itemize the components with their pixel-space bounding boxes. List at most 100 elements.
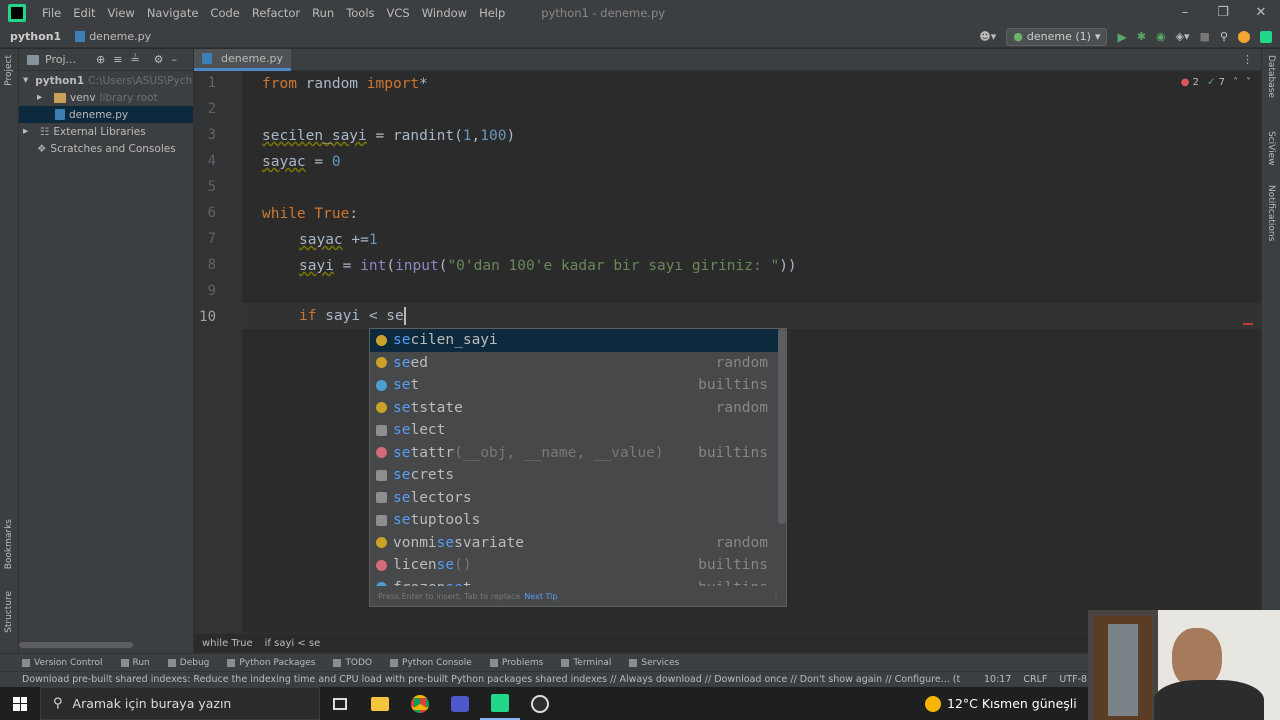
completion-item[interactable]: setstate random (370, 397, 778, 420)
text-token: += (342, 232, 369, 248)
tool-python-packages[interactable]: Python Packages (227, 658, 315, 668)
breadcrumb-file[interactable]: deneme.py (61, 30, 151, 43)
tool-todo[interactable]: TODO (333, 658, 372, 668)
menu-window[interactable]: Window (416, 6, 473, 20)
run-icon[interactable]: ▶ (1117, 30, 1126, 44)
breadcrumb-if[interactable]: if sayi < se (265, 638, 321, 649)
project-panel-title[interactable]: Proj... (45, 53, 76, 66)
tree-item-venv[interactable]: ▸ venv library root (19, 89, 193, 106)
completion-item[interactable]: secilen_sayi (370, 329, 778, 352)
expand-all-icon[interactable]: ≡ (113, 53, 122, 66)
tree-item-python1[interactable]: ▾ python1 C:\Users\ASUS\Pychar (19, 72, 193, 89)
menu-file[interactable]: File (36, 6, 67, 20)
line-separator[interactable]: CRLF (1023, 674, 1047, 685)
tab-deneme[interactable]: deneme.py (194, 49, 291, 71)
stop-icon[interactable]: ■ (1200, 30, 1210, 43)
breadcrumb-while[interactable]: while True (202, 638, 253, 649)
minimize-icon[interactable]: – (1166, 0, 1204, 25)
teams-icon[interactable] (440, 687, 480, 720)
collapse-all-icon[interactable]: ≟ (130, 53, 139, 66)
menu-refactor[interactable]: Refactor (246, 6, 306, 20)
error-stripe-mark[interactable] (1243, 323, 1253, 325)
chevron-up-icon[interactable]: ˄ (1233, 77, 1238, 88)
chevron-down-icon[interactable]: ˅ (1246, 77, 1251, 88)
completion-rest: svariate (454, 534, 524, 551)
tool-version-control[interactable]: Version Control (22, 658, 103, 668)
menu-code[interactable]: Code (204, 6, 245, 20)
updates-icon[interactable] (1238, 30, 1250, 43)
obs-icon[interactable] (520, 687, 560, 720)
tool-debug[interactable]: Debug (167, 658, 209, 668)
run-config-select[interactable]: ● deneme (1) ▾ (1006, 27, 1108, 46)
completion-item[interactable]: license() builtins (370, 554, 778, 577)
close-icon[interactable]: ✕ (1242, 0, 1280, 25)
project-tool-tab[interactable]: Project (4, 55, 14, 86)
windows-start-icon[interactable] (0, 687, 40, 720)
notifications-tool-tab[interactable]: Notifications (1266, 185, 1276, 241)
tool-services[interactable]: Services (629, 658, 679, 668)
completion-item[interactable]: select (370, 419, 778, 442)
completion-scrollbar[interactable] (778, 329, 786, 524)
menu-view[interactable]: View (102, 6, 141, 20)
sciview-tool-tab[interactable]: SciView (1266, 131, 1276, 166)
file-encoding[interactable]: UTF-8 (1059, 674, 1087, 685)
completion-item[interactable]: secrets (370, 464, 778, 487)
console-icon (390, 658, 399, 667)
menu-edit[interactable]: Edit (67, 6, 101, 20)
debug-icon[interactable]: ✱ (1137, 30, 1146, 43)
pycharm-taskbar-icon[interactable] (480, 687, 520, 720)
file-explorer-icon[interactable] (360, 687, 400, 720)
locate-icon[interactable]: ⊕ (96, 53, 105, 66)
menu-navigate[interactable]: Navigate (141, 6, 205, 20)
structure-tool-tab[interactable]: Structure (4, 591, 14, 633)
taskbar-search[interactable]: ⚲ Aramak için buraya yazın (40, 687, 320, 720)
tree-item-deneme[interactable]: deneme.py (19, 106, 193, 123)
database-tool-tab[interactable]: Database (1266, 55, 1276, 98)
tool-problems[interactable]: Problems (489, 658, 543, 668)
gear-icon[interactable]: ⚙ (154, 53, 164, 66)
tool-python-console[interactable]: Python Console (390, 658, 472, 668)
number-token: 1 (368, 232, 378, 248)
breadcrumb-project[interactable]: python1 (0, 30, 61, 43)
profile-icon[interactable]: ◈▾ (1176, 30, 1190, 43)
tree-item-external-libraries[interactable]: ▸ ☷ External Libraries (19, 123, 193, 140)
status-message[interactable]: Download pre-built shared indexes: Reduc… (0, 674, 960, 685)
task-view-icon[interactable] (320, 687, 360, 720)
restore-icon[interactable]: ❐ (1204, 0, 1242, 25)
more-tabs-icon[interactable]: ⋮ (1242, 53, 1253, 66)
bookmarks-tool-tab[interactable]: Bookmarks (4, 519, 14, 569)
search-icon[interactable]: ⚲ (1220, 30, 1228, 43)
line-number: 9 (207, 283, 216, 299)
tree-item-scratches[interactable]: ❖ Scratches and Consoles (19, 140, 193, 157)
completion-item[interactable]: seed random (370, 352, 778, 375)
completion-item[interactable]: selectors (370, 487, 778, 510)
chrome-icon[interactable] (400, 687, 440, 720)
hide-panel-icon[interactable]: – (172, 53, 178, 66)
next-tip-link[interactable]: Next Tip (524, 592, 557, 601)
chevron-right-icon[interactable]: ▸ (23, 125, 37, 139)
menu-run[interactable]: Run (306, 6, 340, 20)
caret-position[interactable]: 10:17 (984, 674, 1011, 685)
completion-item[interactable]: setattr(__obj, __name, __value) builtins (370, 442, 778, 465)
completion-item[interactable]: set builtins (370, 374, 778, 397)
horizontal-scrollbar[interactable] (19, 642, 133, 648)
coverage-icon[interactable]: ◉ (1156, 30, 1166, 43)
tool-run[interactable]: Run (120, 658, 150, 668)
user-icon[interactable]: ☻▾ (979, 30, 996, 43)
chevron-right-icon[interactable]: ▸ (37, 91, 51, 105)
completion-item[interactable]: setuptools (370, 509, 778, 532)
number-token: 0 (331, 154, 341, 170)
tool-terminal[interactable]: Terminal (561, 658, 611, 668)
completion-match: se (436, 557, 455, 574)
ide-logo-icon[interactable] (1260, 30, 1272, 43)
inspection-widget[interactable]: ● 2 ✓ 7 ˄ ˅ (1181, 77, 1251, 88)
completion-item[interactable]: vonmisesvariate random (370, 532, 778, 555)
menu-vcs[interactable]: VCS (381, 6, 416, 20)
menu-tools[interactable]: Tools (340, 6, 380, 20)
chevron-down-icon[interactable]: ▾ (23, 74, 28, 88)
tree-item-label: venv (70, 91, 96, 104)
menu-help[interactable]: Help (473, 6, 511, 20)
window-controls: – ❐ ✕ (1166, 0, 1280, 25)
more-options-icon[interactable]: ⋮ (772, 592, 780, 601)
weather-widget[interactable]: 12°C Kısmen güneşli (925, 687, 1077, 720)
